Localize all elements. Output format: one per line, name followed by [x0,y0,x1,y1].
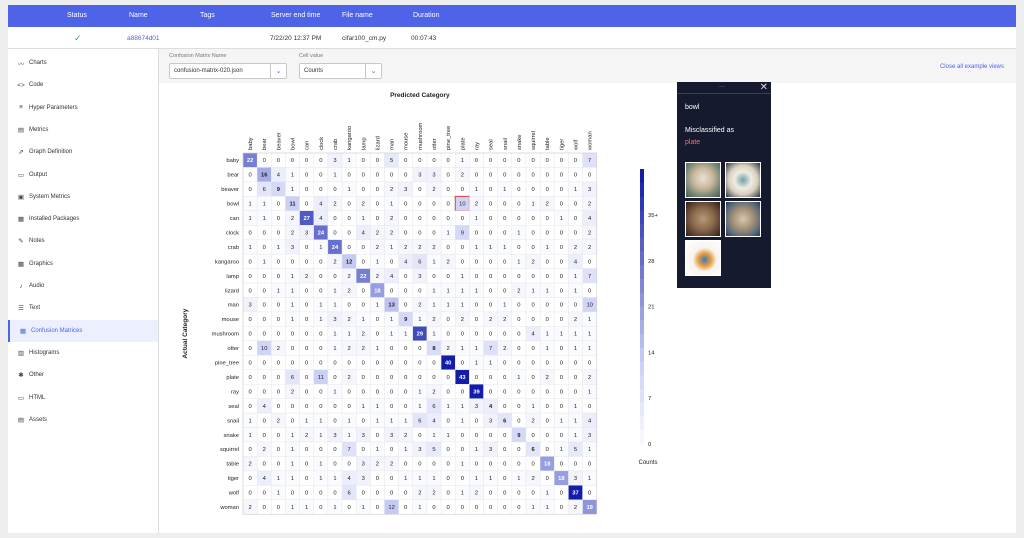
sidebar-item-graph-definition[interactable]: ⇗ Graph Definition [8,141,158,163]
sidebar-item-label: Confusion Matrices [31,327,83,334]
sidebar-item-label: Graphics [29,260,54,267]
controls-bar: Confusion Matrix Name confusion-matrix-0… [159,49,1016,83]
sidebar-item-system-metrics[interactable]: ▣ System Metrics [8,186,158,208]
example-image-thumbnail[interactable] [685,162,721,198]
server-end-time-value: 7/22/20 12:37 PM [270,35,322,42]
example-image-thumbnail[interactable] [685,240,721,276]
cell-value-selected: Counts [304,68,324,74]
duration-value: 00:07:43 [411,35,437,42]
sidebar-item-notes[interactable]: ✎ Notes [8,230,158,252]
sidebar-item-label: HTML [29,394,46,401]
name-column-header[interactable]: Name [129,12,148,19]
chevron-down-icon[interactable]: ⌄ [270,64,286,78]
cell-value-label: Cell value [299,53,324,59]
tags-column-header[interactable]: Tags [200,12,215,19]
sidebar-item-html[interactable]: ▭ HTML [8,387,158,409]
pencil-icon: ✎ [18,238,24,246]
monitor-icon: ▭ [17,171,25,179]
sidebar-item-output[interactable]: ▭ Output [8,164,158,186]
server-end-time-column-header[interactable]: Server end time [271,12,320,19]
duration-column-header[interactable]: Duration [413,12,439,19]
music-icon: ♪ [19,282,23,290]
matrix-name-dropdown[interactable]: confusion-matrix-020.json ⌄ [169,63,287,79]
sidebar-item-label: Metrics [29,126,49,133]
package-icon: ▦ [17,216,25,224]
list-icon: ≡ [19,104,23,112]
sidebar-item-label: Audio [29,283,45,289]
image-icon: ▩ [17,260,25,268]
sidebar-item-metrics[interactable]: ▤ Metrics [8,119,158,141]
html-icon: ▭ [17,394,25,402]
example-image-thumbnail[interactable] [725,201,761,237]
sidebar-item-label: Text [29,305,41,312]
table-icon: ▤ [17,126,25,134]
graph-icon: ⇗ [18,149,24,157]
sidebar-item-text[interactable]: ☰ Text [8,297,158,319]
sidebar-item-label: System Metrics [29,193,71,200]
sidebar-item-label: Installed Packages [29,216,80,223]
matrix-name-label: Confusion Matrix Name [169,53,227,59]
sidebar-item-histograms[interactable]: ▥ Histograms [8,342,158,364]
sidebar-item-confusion-matrices[interactable]: ▦ Confusion Matrices [8,319,158,342]
chevron-down-icon[interactable]: ⌄ [365,64,381,78]
status-column-header[interactable]: Status [67,12,87,19]
sidebar: 〰 Charts <> Code ≡ Hyper Parameters ▤ Metrics ⇗ G… [8,49,159,533]
puzzle-icon: ✱ [18,372,24,380]
sidebar-item-label: Code [29,82,44,89]
grid-icon: ▦ [19,327,27,335]
sidebar-item-other[interactable]: ✱ Other [8,364,158,386]
chart-line-icon: 〰 [17,61,25,68]
sidebar-item-label: Output [29,171,48,178]
text-icon: ☰ [18,305,24,313]
app-window: Status Name Tags Server end time File na… [8,5,1016,533]
sidebar-item-audio[interactable]: ♪ Audio [8,275,158,297]
file-name-value: cifar100_cm.py [342,35,387,42]
sidebar-item-label: Hyper Parameters [29,104,78,111]
example-image-thumbnail[interactable] [685,201,721,237]
sidebar-item-label: Charts [29,60,47,66]
sidebar-item-label: Other [29,372,45,379]
matrix-name-value: confusion-matrix-020.json [174,68,243,74]
close-all-example-views-link[interactable]: Close all example views [940,64,1004,70]
sidebar-item-label: Histograms [29,349,60,356]
assets-icon: ▤ [17,416,25,424]
drag-handle-icon[interactable]: ··· [719,84,725,90]
sidebar-item-label: Notes [29,238,45,245]
popup-misclassified-label: Misclassified as [685,127,735,134]
sidebar-item-installed-packages[interactable]: ▦ Installed Packages [8,208,158,230]
sidebar-item-assets[interactable]: ▤ Assets [8,409,158,431]
sidebar-item-hyper-parameters[interactable]: ≡ Hyper Parameters [8,97,158,119]
sidebar-item-label: Graph Definition [29,149,73,156]
sidebar-item-code[interactable]: <> Code [8,74,158,96]
example-image-thumbnail[interactable] [725,162,761,198]
popup-actual-class: bowl [685,104,700,111]
system-icon: ▣ [17,193,25,201]
code-icon: <> [17,81,25,89]
histogram-icon: ▥ [17,349,25,357]
popup-titlebar: ··· ✕ [677,82,771,94]
file-name-column-header[interactable]: File name [342,12,373,19]
experiment-name-link[interactable]: a88674d01 [127,35,160,42]
example-view-popup: ··· ✕ bowl Misclassified as plate [677,82,771,288]
close-icon[interactable]: ✕ [760,82,768,93]
experiment-table-header: Status Name Tags Server end time File na… [8,5,1016,27]
status-check-icon: ✓ [74,33,82,43]
experiment-row[interactable]: ✓ a88674d01 7/22/20 12:37 PM cifar100_cm… [8,27,1016,49]
main-panel: Confusion Matrix Name confusion-matrix-0… [159,49,1016,533]
sidebar-item-label: Assets [29,416,48,423]
sidebar-item-graphics[interactable]: ▩ Graphics [8,253,158,275]
sidebar-item-charts[interactable]: 〰 Charts [8,52,158,74]
popup-predicted-class: plate [685,139,701,146]
cell-value-dropdown[interactable]: Counts ⌄ [299,63,382,79]
